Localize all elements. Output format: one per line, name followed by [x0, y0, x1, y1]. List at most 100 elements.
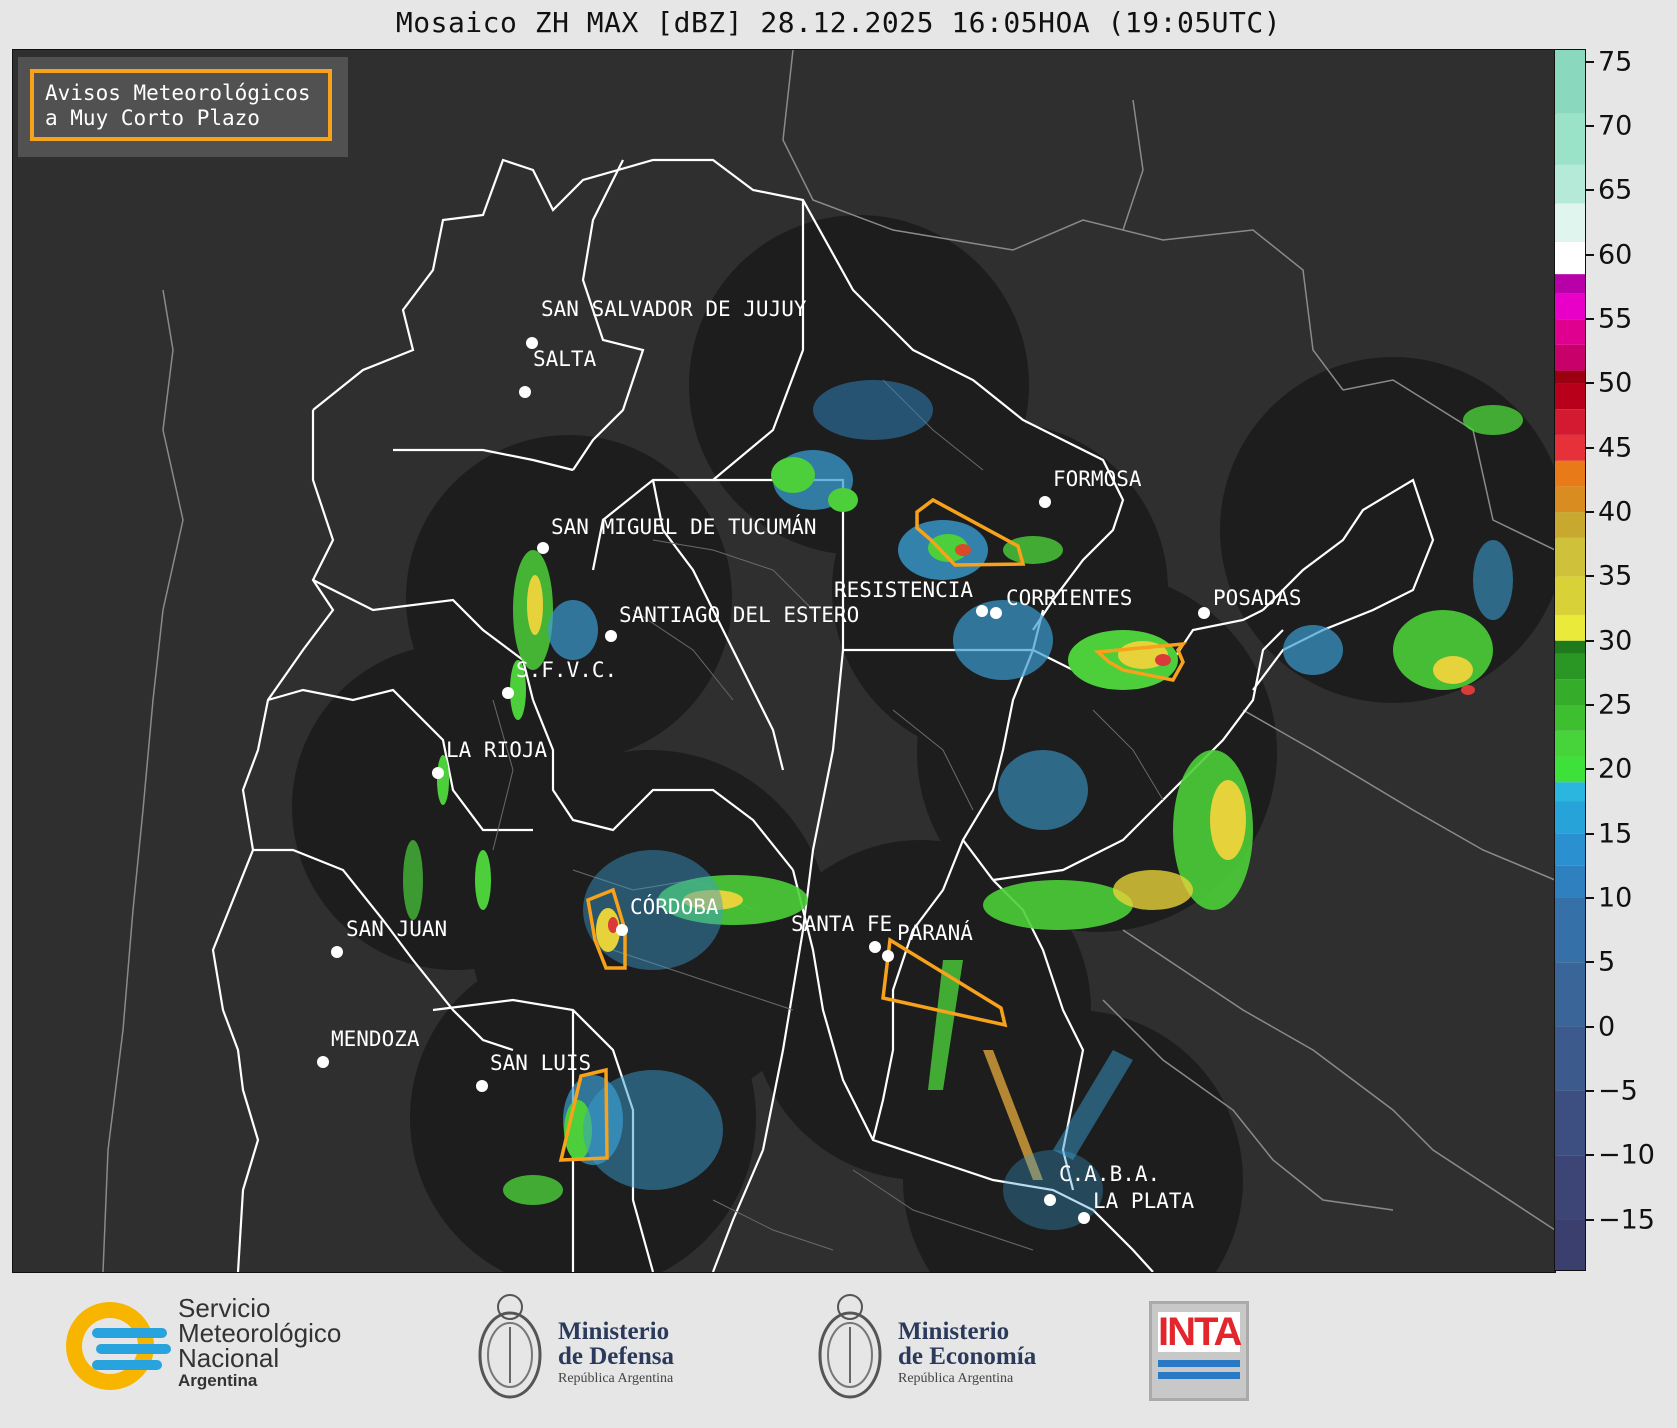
colorbar-segment: [1554, 486, 1586, 513]
colorbar-segment: [1554, 1155, 1586, 1220]
colorbar-tick-label: 30: [1598, 625, 1633, 657]
colorbar-tick-mark: [1586, 125, 1594, 128]
city-label: RESISTENCIA: [834, 578, 973, 602]
colorbar-segment: [1554, 274, 1586, 294]
map-canvas: SAN SALVADOR DE JUJUY SALTA FORMOSA SAN …: [102, 50, 1555, 1272]
defensa-line1: Ministerio: [558, 1318, 670, 1345]
footer-logos: Servicio Meteorológico Nacional Argentin…: [0, 1271, 1677, 1428]
city-mendoza: MENDOZA: [317, 1027, 420, 1068]
colorbar-segment: [1554, 1219, 1586, 1271]
defensa-logo-text: Ministerio de Defensa República Argentin…: [558, 1319, 674, 1389]
city-label: SALTA: [533, 347, 597, 371]
colorbar-segment: [1554, 1026, 1586, 1091]
city-label: CÓRDOBA: [630, 894, 719, 919]
smn-line3: Nacional: [178, 1343, 280, 1373]
colorbar-segment: [1554, 640, 1586, 654]
colorbar-segment: [1554, 164, 1586, 204]
city-label: SAN SALVADOR DE JUJUY: [541, 297, 807, 321]
city-label: S.F.V.C.: [516, 658, 617, 682]
smn-logo-icon: [66, 1302, 171, 1390]
colorbar-segment: [1554, 653, 1586, 680]
city-label: SANTA FE: [791, 912, 892, 936]
defensa-line2: de Defensa: [558, 1343, 674, 1370]
colorbar-tick-label: 45: [1598, 432, 1633, 464]
colorbar-tick-mark: [1586, 704, 1594, 707]
colorbar-segment: [1554, 705, 1586, 731]
colorbar-tick-mark: [1586, 189, 1594, 192]
city-label: LA RIOJA: [446, 738, 548, 762]
colorbar-segment: [1554, 537, 1586, 577]
colorbar-tick-mark: [1586, 961, 1594, 964]
colorbar-segment: [1554, 614, 1586, 641]
colorbar-segment: [1554, 801, 1586, 834]
colorbar-tick-mark: [1586, 896, 1594, 899]
colorbar-tick-label: 75: [1598, 46, 1633, 78]
city-label: SANTIAGO DEL ESTERO: [619, 603, 859, 627]
colorbar-tick-label: −5: [1598, 1075, 1638, 1107]
colorbar-segment: [1554, 383, 1586, 410]
colorbar-tick-label: 65: [1598, 174, 1633, 206]
economia-line1: Ministerio: [898, 1318, 1010, 1345]
inta-logo: INTA: [1149, 1301, 1249, 1401]
colorbar-segment: [1554, 576, 1586, 615]
warning-legend: Avisos Meteorológicos a Muy Corto Plazo: [30, 69, 332, 141]
colorbar-tick-mark: [1586, 639, 1594, 642]
city-label: C.A.B.A.: [1059, 1162, 1160, 1186]
colorbar-tick-label: −15: [1598, 1204, 1655, 1236]
colorbar-segment: [1554, 434, 1586, 461]
colorbar-tick-label: −10: [1598, 1139, 1655, 1171]
colorbar-tick-mark: [1586, 446, 1594, 449]
colorbar-tick-label: 10: [1598, 882, 1633, 914]
map-title: Mosaico ZH MAX [dBZ] 28.12.2025 16:05HOA…: [395, 6, 1282, 39]
colorbar-segment: [1554, 512, 1586, 538]
colorbar-tick-mark: [1586, 318, 1594, 321]
colorbar-segment: [1554, 319, 1586, 345]
colorbar-tick-mark: [1586, 382, 1594, 385]
colorbar-segment: [1554, 756, 1586, 783]
colorbar-tick-mark: [1586, 511, 1594, 514]
colorbar-segment: [1554, 962, 1586, 1027]
colorbar-segment: [1554, 833, 1586, 866]
colorbar-segment: [1554, 865, 1586, 898]
city-salta: SALTA: [519, 347, 597, 398]
colorbar-tick-label: 70: [1598, 110, 1633, 142]
city-label: SAN LUIS: [490, 1051, 591, 1075]
colorbar-segment: [1554, 203, 1586, 242]
defensa-seal-icon: [478, 1294, 542, 1399]
warning-legend-line1: Avisos Meteorológicos: [45, 81, 311, 105]
colorbar-tick-mark: [1586, 768, 1594, 771]
colorbar-segment: [1554, 897, 1586, 963]
colorbar-tick-mark: [1586, 1025, 1594, 1028]
colorbar-segment: [1554, 730, 1586, 757]
colorbar-tick-label: 5: [1598, 946, 1616, 978]
city-label: SAN JUAN: [346, 917, 447, 941]
colorbar-segment: [1554, 370, 1586, 384]
defensa-line3: República Argentina: [558, 1371, 674, 1386]
colorbar-tick-mark: [1586, 1089, 1594, 1092]
colorbar-segment: [1554, 344, 1586, 371]
colorbar-segment: [1554, 241, 1586, 275]
economia-logo-text: Ministerio de Economía República Argenti…: [898, 1319, 1036, 1389]
radar-map[interactable]: SAN SALVADOR DE JUJUY SALTA FORMOSA SAN …: [12, 49, 1556, 1273]
city-label: SAN MIGUEL DE TUCUMÁN: [551, 514, 817, 539]
colorbar-segment: [1554, 113, 1586, 165]
colorbar-tick-mark: [1586, 1218, 1594, 1221]
colorbar-segment: [1554, 1090, 1586, 1156]
city-label: POSADAS: [1213, 586, 1302, 610]
colorbar-tick-label: 55: [1598, 303, 1633, 335]
colorbar-tick-label: 40: [1598, 496, 1633, 528]
colorbar-segment: [1554, 49, 1586, 114]
colorbar-tick-label: 60: [1598, 239, 1633, 271]
colorbar-tick-mark: [1586, 60, 1594, 63]
colorbar-segment: [1554, 460, 1586, 487]
city-label: PARANÁ: [897, 920, 973, 945]
colorbar-segment: [1554, 409, 1586, 435]
colorbar-segment: [1554, 782, 1586, 802]
inta-wordmark: INTA: [1158, 1310, 1242, 1354]
colorbar-tick-label: 35: [1598, 560, 1633, 592]
economia-line3: República Argentina: [898, 1371, 1014, 1386]
city-label: FORMOSA: [1053, 467, 1142, 491]
colorbar-tick-label: 50: [1598, 367, 1633, 399]
colorbar-segment: [1554, 679, 1586, 706]
colorbar-tick-mark: [1586, 832, 1594, 835]
